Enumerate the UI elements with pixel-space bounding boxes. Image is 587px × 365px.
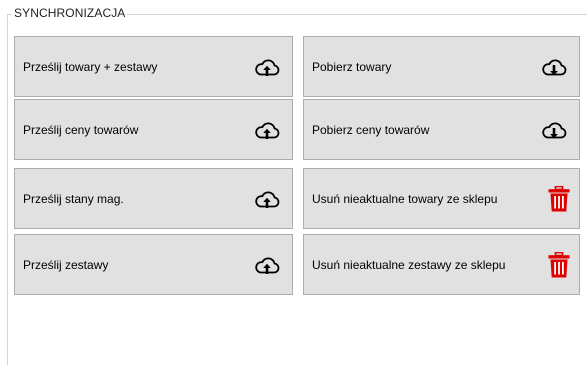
download-products-button[interactable]: Pobierz towary (303, 36, 580, 97)
upload-prices-button[interactable]: Prześlij ceny towarów (14, 99, 293, 160)
cloud-upload-icon (254, 190, 280, 209)
button-label: Pobierz towary (312, 59, 392, 74)
delete-outdated-sets-button[interactable]: Usuń nieaktualne zestawy ze sklepu (303, 234, 580, 295)
delete-outdated-products-button[interactable]: Usuń nieaktualne towary ze sklepu (303, 168, 580, 229)
groupbox-title: SYNCHRONIZACJA (12, 6, 128, 20)
cloud-upload-icon (254, 256, 280, 275)
button-label: Pobierz ceny towarów (312, 122, 430, 137)
button-label: Prześlij ceny towarów (23, 122, 139, 137)
cloud-upload-icon (254, 58, 280, 77)
upload-sets-button[interactable]: Prześlij zestawy (14, 234, 293, 295)
cloud-download-icon (541, 58, 567, 77)
button-label: Prześlij stany mag. (23, 191, 124, 206)
button-label: Prześlij zestawy (23, 257, 109, 272)
button-label: Prześlij towary + zestawy (23, 59, 158, 74)
cloud-download-icon (541, 121, 567, 140)
download-prices-button[interactable]: Pobierz ceny towarów (303, 99, 580, 160)
button-label: Usuń nieaktualne towary ze sklepu (312, 191, 498, 206)
upload-stock-button[interactable]: Prześlij stany mag. (14, 168, 293, 229)
button-label: Usuń nieaktualne zestawy ze sklepu (312, 257, 506, 272)
cloud-upload-icon (254, 121, 280, 140)
trash-icon (548, 251, 570, 278)
upload-products-and-sets-button[interactable]: Prześlij towary + zestawy (14, 36, 293, 97)
synchronization-panel: SYNCHRONIZACJA Prześlij towary + zestawy… (0, 0, 587, 365)
trash-icon (548, 185, 570, 212)
